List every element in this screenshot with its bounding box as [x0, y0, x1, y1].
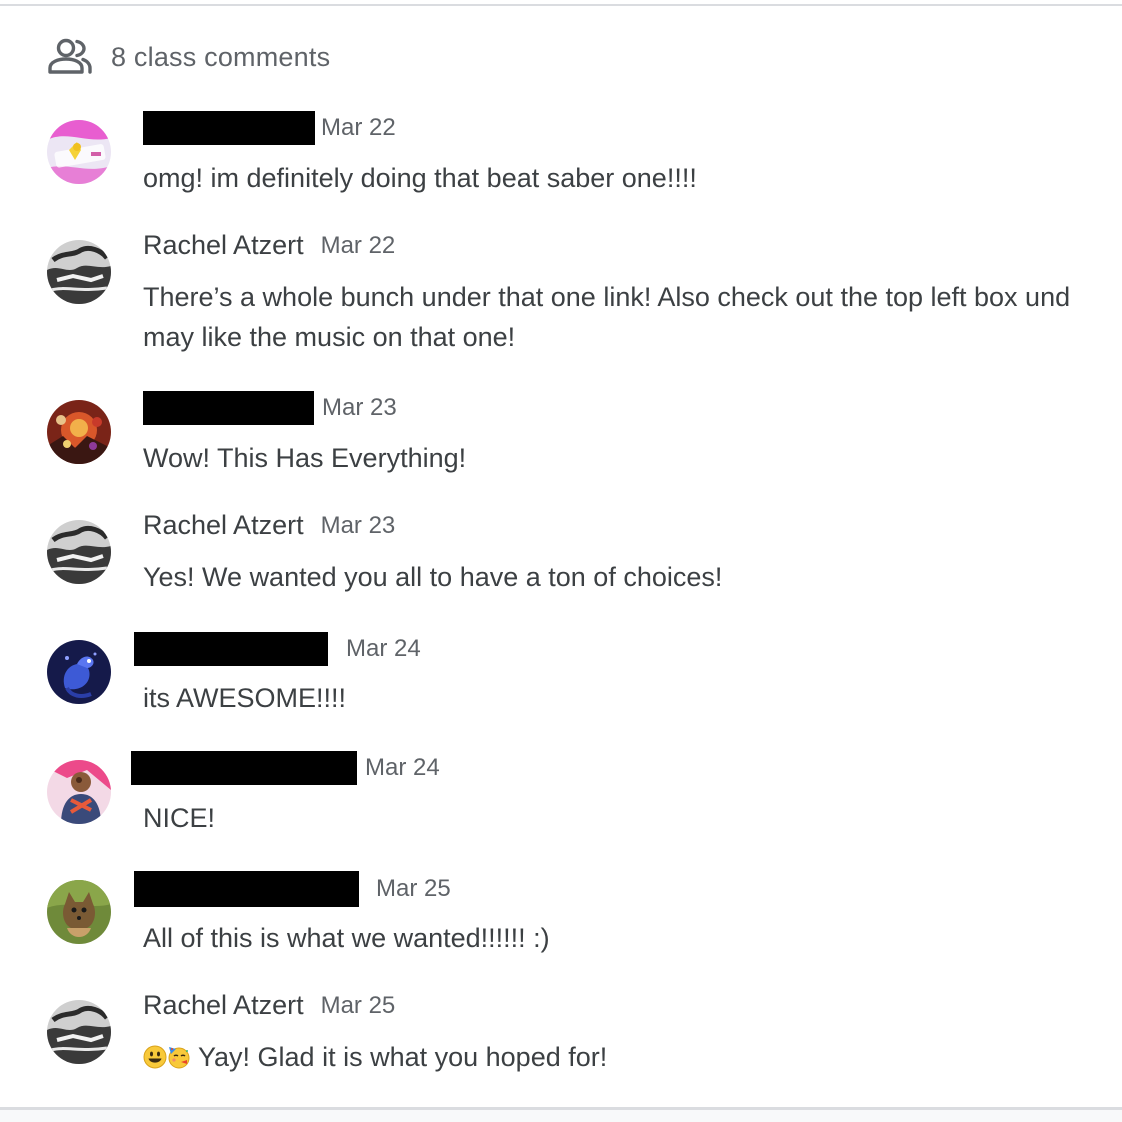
comment-text: its AWESOME!!!! [143, 678, 346, 718]
comment-line: may like the music on that one! [143, 322, 516, 352]
dog-photo-avatar[interactable] [47, 880, 111, 944]
comment-author[interactable]: Rachel Atzert [143, 510, 304, 541]
pink-character-avatar[interactable] [47, 760, 111, 824]
comment-line: Yay! Glad it is what you hoped for! [143, 1037, 607, 1077]
comment-line-text: Yay! Glad it is what you hoped for! [198, 1042, 608, 1072]
comment-date: Mar 24 [365, 754, 440, 781]
comment-line: NICE! [143, 803, 216, 833]
bw-photo-avatar[interactable] [47, 240, 111, 304]
comment-text: There’s a whole bunch under that one lin… [143, 277, 1070, 357]
comment-line: its AWESOME!!!! [143, 683, 347, 713]
comment-date: Mar 25 [376, 875, 451, 902]
comment-date: Mar 24 [346, 635, 421, 662]
comment-line: Wow! This Has Everything! [143, 443, 467, 473]
comment-text: All of this is what we wanted!!!!!! :) [143, 918, 550, 958]
pink-cartoon-avatar[interactable] [47, 120, 111, 184]
comment-input-area-edge [0, 1110, 1122, 1122]
comment-line: Yes! We wanted you all to have a ton of … [143, 562, 723, 592]
smiley-emoji [143, 1040, 167, 1069]
comment-line: All of this is what we wanted!!!!!! :) [143, 923, 550, 953]
redacted-author-name [131, 751, 357, 785]
bw-photo-avatar[interactable] [47, 1000, 111, 1064]
redacted-author-name [134, 871, 359, 907]
comment-meta: Rachel Atzert Mar 23 [143, 510, 395, 550]
comment-author[interactable]: Rachel Atzert [143, 990, 304, 1021]
class-comments-panel: 8 class comments Mar 22 omg! im definite… [0, 0, 1122, 1122]
comment-date: Mar 22 [321, 114, 396, 141]
comment-meta: Mar 23 [143, 391, 397, 431]
comment-meta: Mar 25 [134, 871, 451, 911]
redacted-author-name [143, 391, 314, 425]
comment-date: Mar 22 [320, 231, 396, 259]
comment-meta: Rachel Atzert Mar 22 [143, 230, 395, 270]
partying-face-emoji [167, 1040, 191, 1069]
comment-meta: Mar 24 [134, 632, 421, 672]
comment-meta: Mar 22 [143, 111, 396, 151]
comment-text: Yes! We wanted you all to have a ton of … [143, 557, 722, 597]
comment-line: There’s a whole bunch under that one lin… [143, 282, 1071, 312]
comment-text: omg! im definitely doing that beat saber… [143, 158, 697, 198]
comment-date: Mar 23 [322, 394, 397, 421]
comment-meta: Mar 24 [131, 751, 440, 791]
comment-count-label: 8 class comments [111, 41, 331, 72]
top-divider [0, 4, 1122, 6]
movie-poster-avatar[interactable] [47, 400, 111, 464]
comment-date: Mar 23 [320, 511, 396, 539]
comment-meta: Rachel Atzert Mar 25 [143, 990, 395, 1030]
bw-photo-avatar[interactable] [47, 520, 111, 584]
people-icon [47, 38, 93, 76]
comment-text: Yay! Glad it is what you hoped for! [143, 1037, 607, 1077]
blue-lizard-avatar[interactable] [47, 640, 111, 704]
comment-date: Mar 25 [320, 991, 396, 1019]
class-comments-header[interactable]: 8 class comments [47, 38, 330, 76]
comment-line: omg! im definitely doing that beat saber… [143, 163, 697, 193]
redacted-author-name [143, 111, 315, 145]
comment-author[interactable]: Rachel Atzert [143, 230, 304, 261]
redacted-author-name [134, 632, 328, 666]
comment-text: NICE! [143, 798, 215, 838]
comment-text: Wow! This Has Everything! [143, 438, 466, 478]
